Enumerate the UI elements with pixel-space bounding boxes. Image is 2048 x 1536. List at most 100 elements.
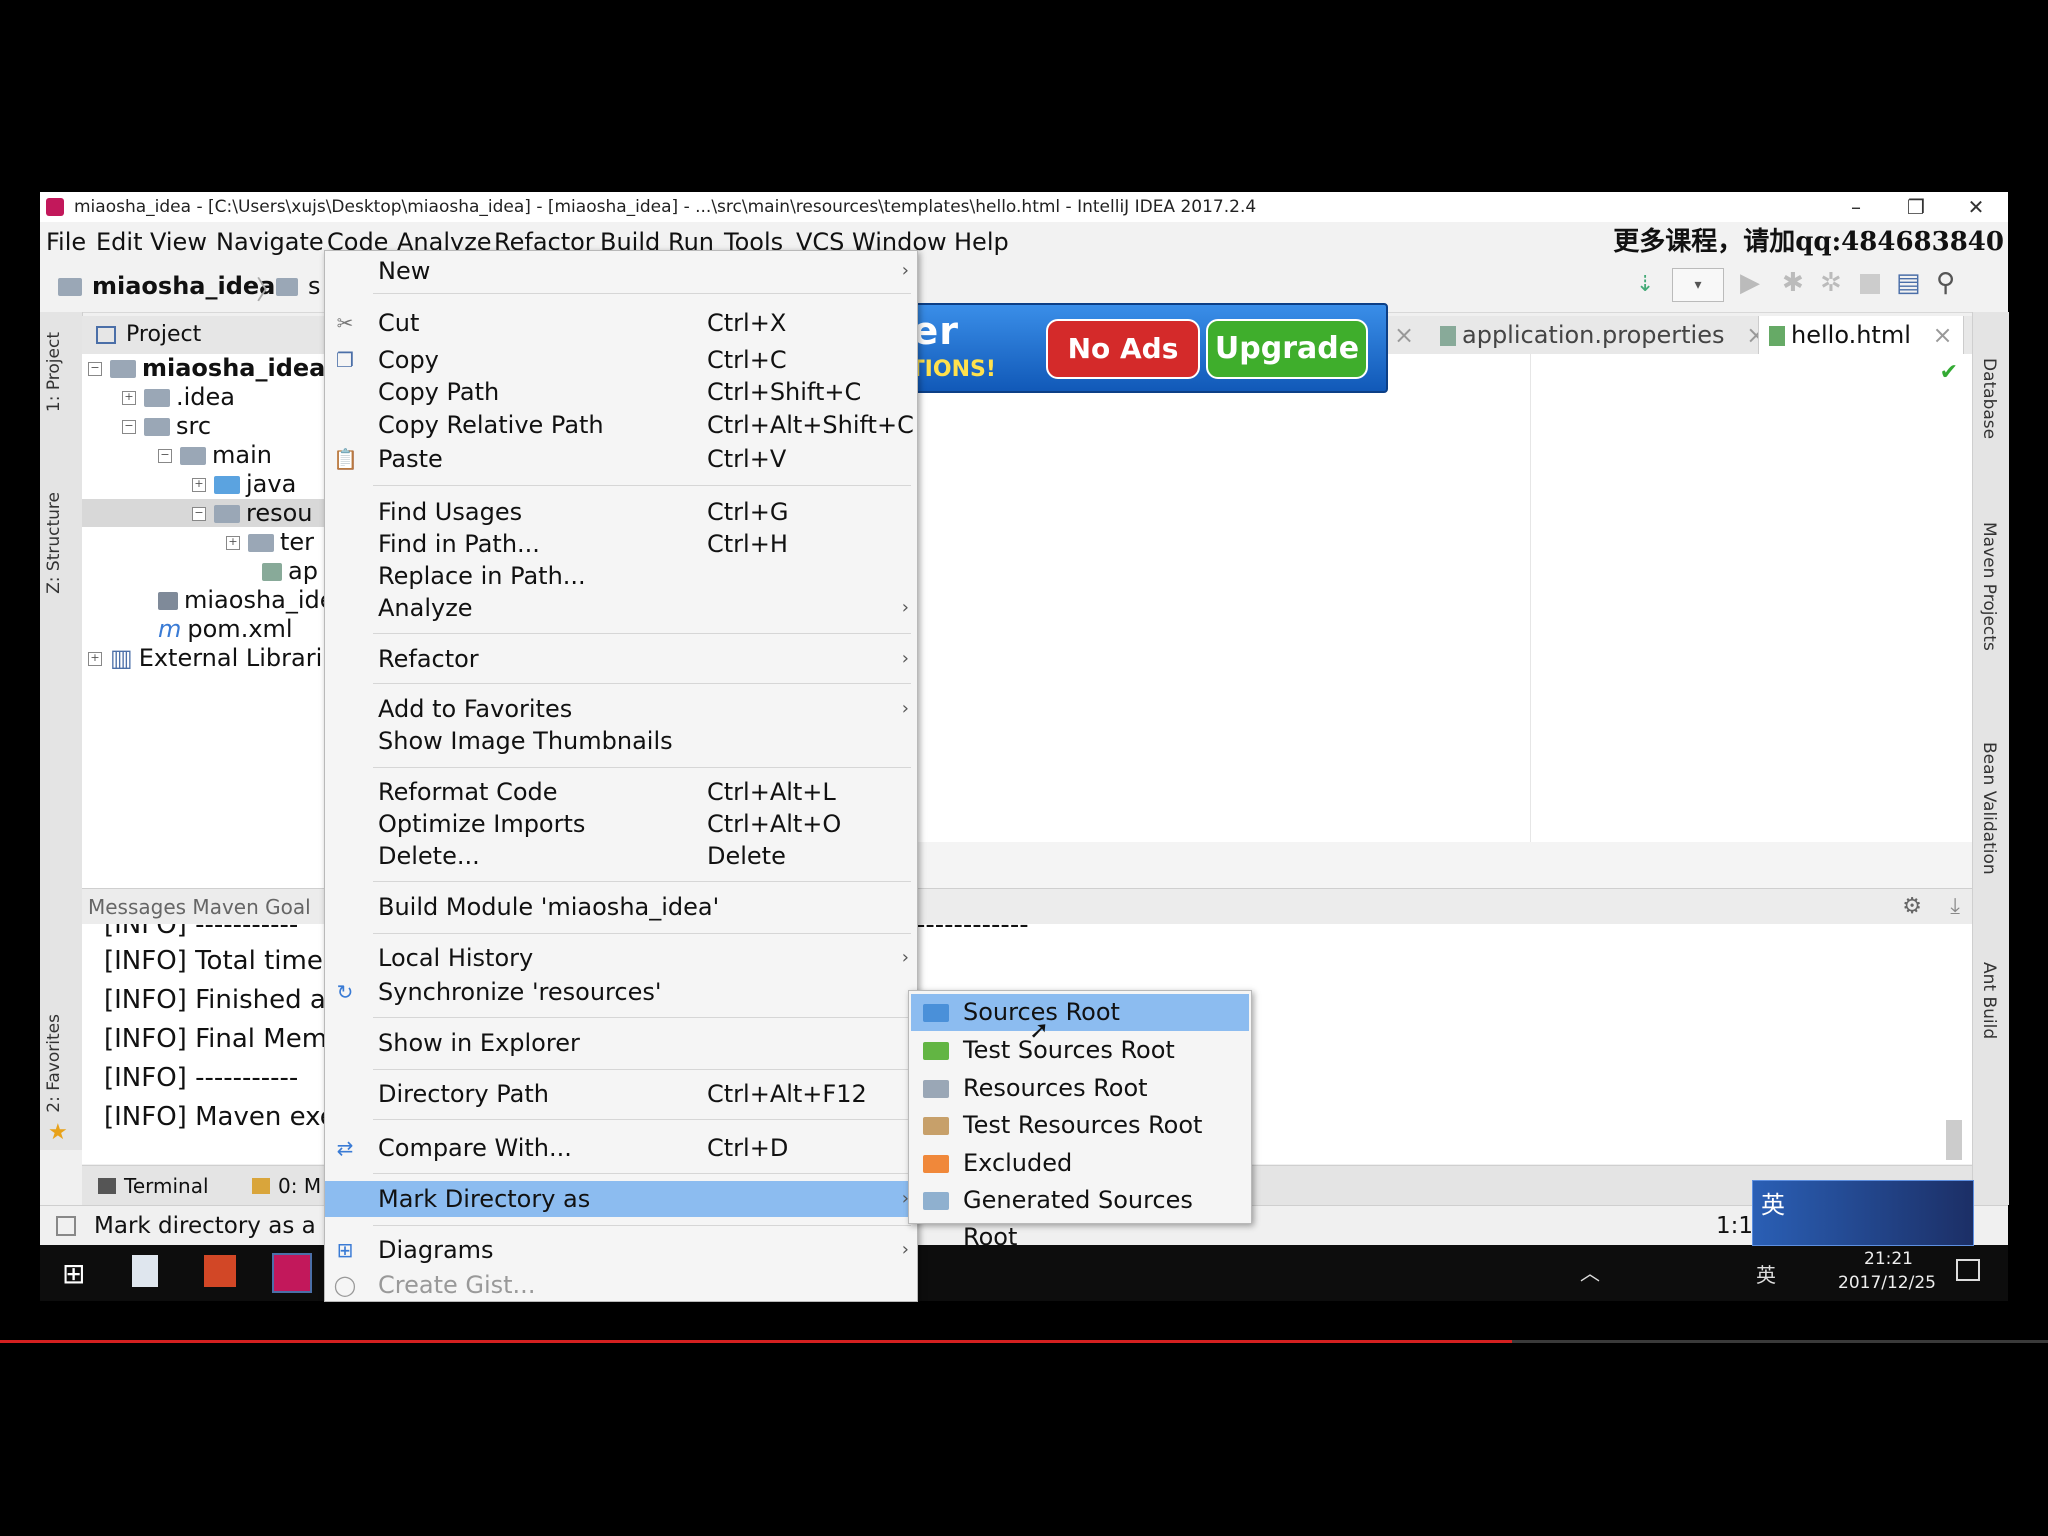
tab-project[interactable]: 1: Project bbox=[44, 332, 64, 412]
properties-file-icon bbox=[262, 563, 282, 581]
tree-item-root[interactable]: − miaosha_idea bbox=[88, 354, 325, 382]
search-icon[interactable]: ⚲ bbox=[1936, 268, 1955, 298]
menu-item-copy-path[interactable]: Copy Path Ctrl+Shift+C bbox=[325, 376, 917, 408]
tab-close-icon[interactable]: × bbox=[1933, 321, 1953, 349]
stop-icon[interactable] bbox=[1860, 274, 1880, 294]
menu-item-diagrams[interactable]: ⊞ Diagrams › bbox=[325, 1234, 917, 1266]
debug-icon[interactable]: ✱ bbox=[1782, 268, 1804, 298]
menu-item-replace-in-path[interactable]: Replace in Path... bbox=[325, 560, 917, 592]
run-icon[interactable]: ▶ bbox=[1740, 268, 1760, 298]
tab-terminal[interactable]: Terminal bbox=[124, 1166, 209, 1206]
tree-item-idea[interactable]: + .idea bbox=[122, 383, 235, 411]
menu-separator bbox=[373, 767, 911, 768]
menu-item-new[interactable]: New › bbox=[325, 255, 917, 287]
menu-item-synchronize[interactable]: ↻ Synchronize 'resources' bbox=[325, 976, 917, 1008]
submenu-item-test-sources-root[interactable]: Test Sources Root bbox=[911, 1032, 1249, 1069]
gear-icon[interactable]: ⚙ bbox=[1902, 889, 1922, 925]
minimize-button[interactable]: – bbox=[1826, 192, 1886, 222]
menu-item-paste[interactable]: 📋 Paste Ctrl+V bbox=[325, 443, 917, 475]
close-button[interactable]: ✕ bbox=[1946, 192, 2006, 222]
no-ads-button[interactable]: No Ads bbox=[1046, 319, 1200, 379]
tree-item-iml[interactable]: miaosha_ide bbox=[158, 586, 335, 614]
tab-ant-build[interactable]: Ant Build bbox=[1979, 962, 1999, 1039]
menu-item-delete[interactable]: Delete... Delete bbox=[325, 840, 917, 872]
tray-ime[interactable]: 英 bbox=[1756, 1259, 1776, 1288]
scrollbar-thumb[interactable] bbox=[1946, 1120, 1962, 1160]
powerpoint-icon[interactable] bbox=[204, 1255, 236, 1287]
status-toggle-icon[interactable] bbox=[56, 1216, 76, 1236]
menu-item-copy[interactable]: ❐ Copy Ctrl+C bbox=[325, 344, 917, 376]
menu-item-find-usages[interactable]: Find Usages Ctrl+G bbox=[325, 496, 917, 528]
tree-item-resources[interactable]: − resou bbox=[82, 499, 324, 527]
menu-help[interactable]: Help bbox=[954, 222, 1009, 262]
folder-icon bbox=[276, 278, 298, 296]
tab-favorites[interactable]: 2: Favorites bbox=[44, 1014, 64, 1113]
menu-file[interactable]: File bbox=[46, 222, 86, 262]
menu-item-find-in-path[interactable]: Find in Path... Ctrl+H bbox=[325, 528, 917, 560]
menu-view[interactable]: View bbox=[150, 222, 207, 262]
tree-item-pom[interactable]: m pom.xml bbox=[158, 615, 293, 643]
upgrade-button[interactable]: Upgrade bbox=[1206, 319, 1368, 379]
tray-chevron-icon[interactable]: ︿ bbox=[1580, 1257, 1600, 1286]
breadcrumb-src[interactable]: s bbox=[308, 272, 321, 300]
menu-item-analyze[interactable]: Analyze › bbox=[325, 592, 917, 624]
submenu-item-test-resources-root[interactable]: Test Resources Root bbox=[911, 1107, 1249, 1144]
tab-application-properties[interactable]: application.properties × bbox=[1440, 316, 1766, 354]
menu-item-create-gist[interactable]: ◯ Create Gist... bbox=[325, 1269, 917, 1301]
hide-icon[interactable]: ⤓ bbox=[1950, 889, 1960, 925]
menu-item-optimize-imports[interactable]: Optimize Imports Ctrl+Alt+O bbox=[325, 808, 917, 840]
tree-item-external-libraries[interactable]: + ▥ External Librari bbox=[88, 644, 322, 672]
menu-item-mark-directory-as[interactable]: Mark Directory as › bbox=[325, 1181, 917, 1217]
menu-item-show-image-thumbnails[interactable]: Show Image Thumbnails bbox=[325, 725, 917, 757]
project-structure-icon[interactable]: ▤ bbox=[1896, 268, 1921, 298]
video-progress-bar[interactable] bbox=[0, 1340, 2048, 1343]
ime-widget[interactable]: 英 bbox=[1752, 1180, 1974, 1246]
restore-button[interactable]: ❐ bbox=[1886, 192, 1946, 222]
log-line: [INFO] Final Mem bbox=[104, 1024, 328, 1054]
menu-item-cut[interactable]: ✂ Cut Ctrl+X bbox=[325, 307, 917, 339]
menu-item-copy-relative-path[interactable]: Copy Relative Path Ctrl+Alt+Shift+C bbox=[325, 409, 917, 441]
menu-item-local-history[interactable]: Local History › bbox=[325, 942, 917, 974]
menu-navigate[interactable]: Navigate bbox=[216, 222, 324, 262]
tab-hello-html[interactable]: hello.html × bbox=[1758, 316, 1964, 354]
tab-database[interactable]: Database bbox=[1979, 358, 1999, 439]
menu-item-reformat-code[interactable]: Reformat Code Ctrl+Alt+L bbox=[325, 776, 917, 808]
tree-item-templates[interactable]: + ter bbox=[226, 528, 314, 556]
status-text: Mark directory as a s bbox=[94, 1213, 336, 1239]
menu-item-show-in-explorer[interactable]: Show in Explorer bbox=[325, 1027, 917, 1059]
submenu-item-sources-root[interactable]: Sources Root ➚ bbox=[911, 994, 1249, 1044]
run-config-dropdown[interactable]: ▾ bbox=[1672, 268, 1724, 302]
menu-item-build-module[interactable]: Build Module 'miaosha_idea' bbox=[325, 891, 917, 923]
menu-item-add-to-favorites[interactable]: Add to Favorites › bbox=[325, 693, 917, 725]
menu-item-refactor[interactable]: Refactor › bbox=[325, 643, 917, 675]
submenu-arrow-icon: › bbox=[901, 648, 909, 669]
menu-item-directory-path[interactable]: Directory Path Ctrl+Alt+F12 bbox=[325, 1078, 917, 1110]
project-panel-title[interactable]: Project bbox=[126, 316, 201, 354]
windows-start-icon[interactable]: ⊞ bbox=[62, 1257, 85, 1290]
tab-maven-projects[interactable]: Maven Projects bbox=[1979, 522, 1999, 651]
menu-item-compare-with[interactable]: ⇄ Compare With... Ctrl+D bbox=[325, 1132, 917, 1164]
submenu-item-generated-sources-root[interactable]: Generated Sources Root bbox=[911, 1182, 1249, 1251]
tab-messages[interactable]: 0: M bbox=[278, 1166, 321, 1206]
tree-item-src[interactable]: − src bbox=[122, 412, 211, 440]
video-progress-fill bbox=[0, 1340, 1512, 1343]
intellij-icon[interactable] bbox=[272, 1253, 312, 1293]
submenu-item-excluded[interactable]: Excluded bbox=[911, 1145, 1249, 1182]
tree-item-java[interactable]: + java bbox=[192, 470, 296, 498]
notification-icon[interactable] bbox=[1956, 1259, 1980, 1281]
menu-edit[interactable]: Edit bbox=[96, 222, 142, 262]
submenu-item-resources-root[interactable]: Resources Root bbox=[911, 1070, 1249, 1107]
editor-area[interactable]: ✔ bbox=[900, 354, 1972, 842]
menu-separator bbox=[373, 683, 911, 684]
sort-icon[interactable]: ⇣ bbox=[1636, 272, 1654, 297]
tab-structure[interactable]: Z: Structure bbox=[44, 492, 64, 594]
tab-bean-validation[interactable]: Bean Validation bbox=[1979, 742, 1999, 875]
tab-close-icon[interactable]: × bbox=[1394, 316, 1414, 354]
tree-item-main[interactable]: − main bbox=[158, 441, 272, 469]
breadcrumb-project[interactable]: miaosha_idea bbox=[92, 272, 275, 300]
notepad-icon[interactable] bbox=[132, 1255, 158, 1287]
coverage-icon[interactable]: ✲ bbox=[1820, 268, 1842, 298]
submenu-arrow-icon: › bbox=[901, 1239, 909, 1260]
tree-item-application[interactable]: ap bbox=[262, 557, 318, 585]
caret-position[interactable]: 1:1 bbox=[1716, 1206, 1753, 1246]
